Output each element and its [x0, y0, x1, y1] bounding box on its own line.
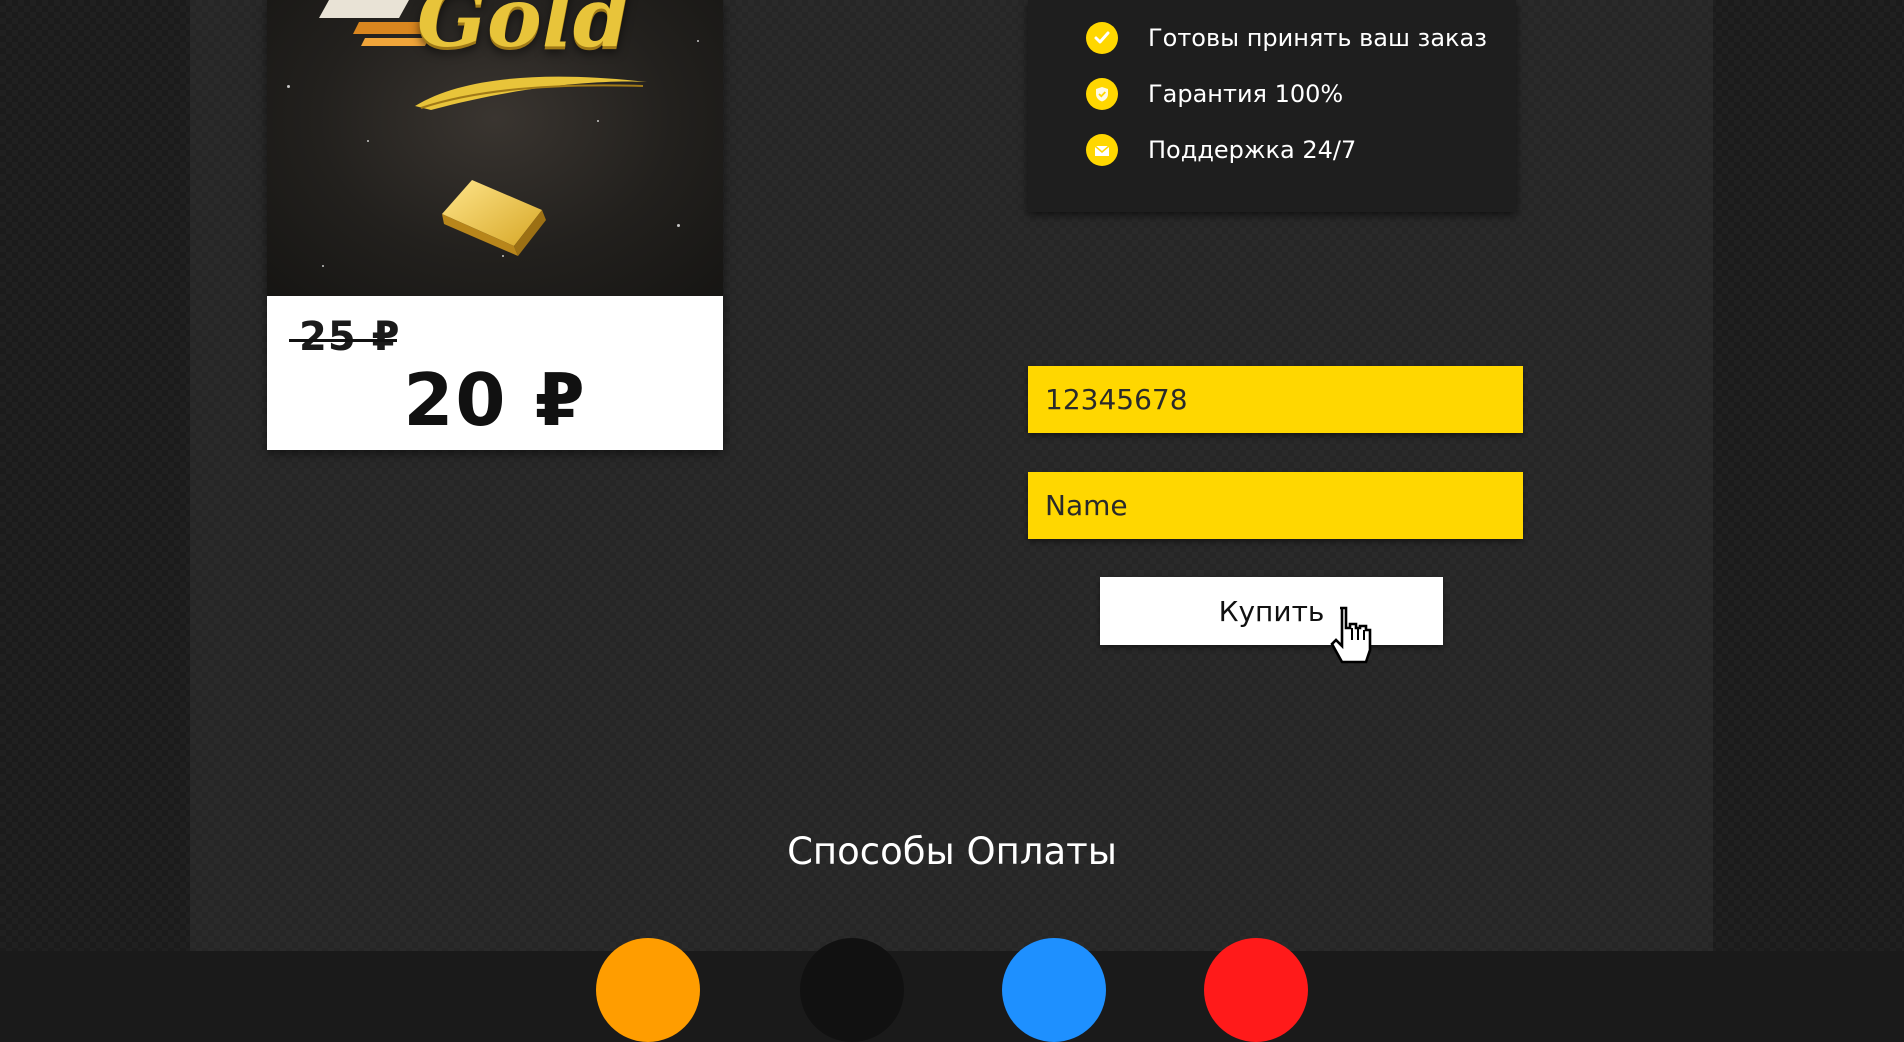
gold-bar-image [442, 180, 546, 256]
buy-button[interactable]: Купить [1100, 577, 1443, 645]
old-price: 25 ₽ [299, 314, 401, 360]
new-price: 20 ₽ [403, 358, 587, 442]
payment-method-blue[interactable] [1002, 938, 1106, 1042]
star-decoration [367, 140, 369, 142]
payment-method-red[interactable] [1204, 938, 1308, 1042]
player-id-input[interactable] [1028, 366, 1523, 433]
product-image: Gold [267, 0, 723, 296]
shield-icon [1086, 78, 1118, 110]
star-decoration [677, 224, 680, 227]
star-decoration [597, 120, 599, 122]
product-card[interactable]: Gold 25 ₽ 20 ₽ [267, 0, 723, 450]
name-input[interactable] [1028, 472, 1523, 539]
feature-label: Поддержка 24/7 [1148, 136, 1357, 164]
price-box: 25 ₽ 20 ₽ [267, 296, 723, 450]
payment-method-black[interactable] [800, 938, 904, 1042]
star-decoration [287, 85, 290, 88]
star-decoration [697, 40, 699, 42]
features-box: Готовы принять ваш заказ Гарантия 100% П… [1028, 0, 1516, 212]
feature-label: Готовы принять ваш заказ [1148, 24, 1487, 52]
envelope-icon [1086, 134, 1118, 166]
payment-methods-title: Способы Оплаты [787, 830, 1117, 873]
feature-item: Готовы принять ваш заказ [1086, 21, 1487, 55]
payment-method-orange[interactable] [596, 938, 700, 1042]
old-price-strikethrough [289, 339, 397, 342]
feature-item: Гарантия 100% [1086, 77, 1343, 111]
hand-cursor-icon [1330, 606, 1372, 664]
logo-stripes [319, 0, 429, 46]
star-decoration [322, 265, 324, 267]
logo-swoosh [415, 76, 647, 110]
feature-label: Гарантия 100% [1148, 80, 1344, 108]
feature-item: Поддержка 24/7 [1086, 133, 1356, 167]
check-icon [1086, 22, 1118, 54]
